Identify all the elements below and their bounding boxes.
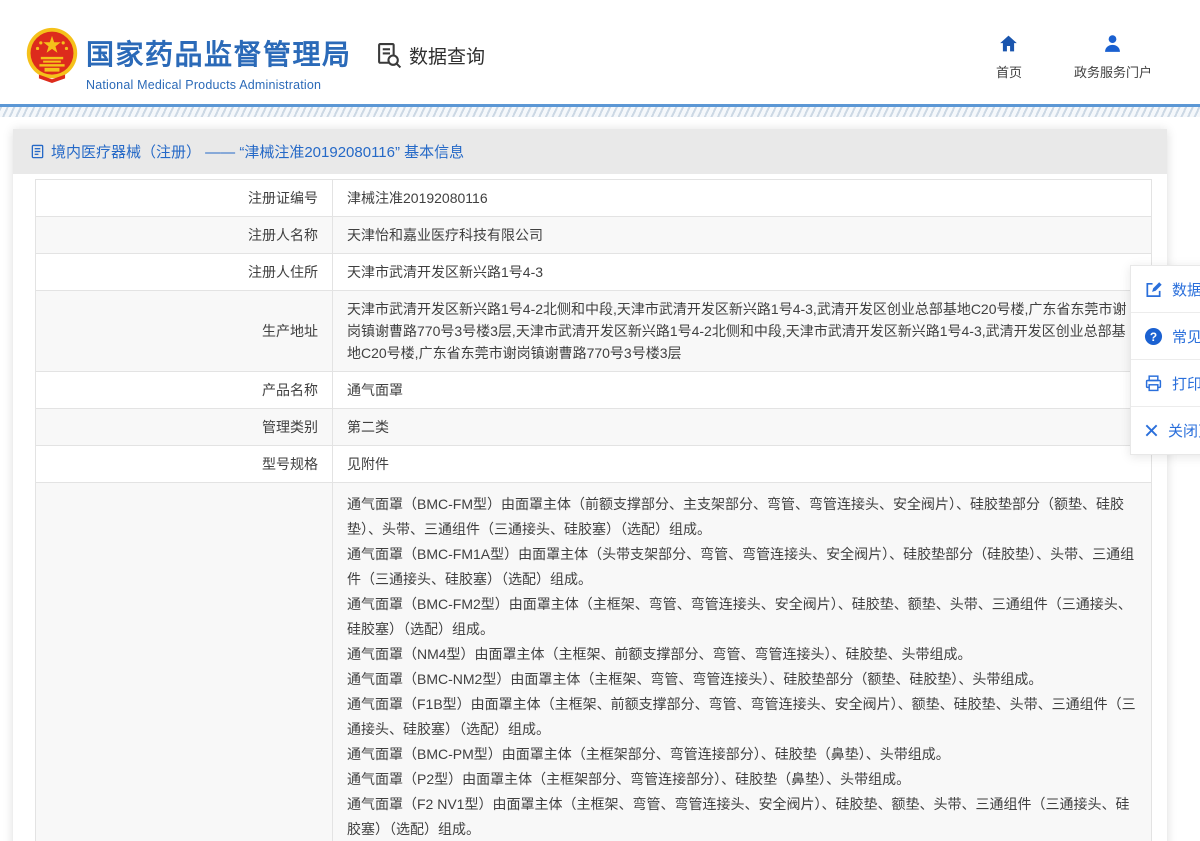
printer-icon — [1144, 374, 1163, 393]
composition-line: 通气面罩（NM4型）由面罩主体（主框架、前额支撑部分、弯管、弯管连接头）、硅胶垫… — [347, 642, 1137, 667]
row-value-cert-number: 津械注准20192080116 — [333, 180, 1152, 217]
row-value-product-name: 通气面罩 — [333, 372, 1152, 409]
panel-item-close[interactable]: 关闭页面 — [1131, 407, 1200, 454]
home-icon — [998, 33, 1019, 54]
nav-home-label: 首页 — [996, 62, 1022, 81]
site-subtitle: National Medical Products Administration — [86, 78, 352, 92]
brand-block: 国家药品监督管理局 National Medical Products Admi… — [86, 33, 352, 92]
panel-label: 数据反馈 — [1172, 279, 1200, 300]
close-icon — [1144, 423, 1159, 438]
composition-line: 通气面罩（BMC-NM2型）由面罩主体（主框架、弯管、弯管连接头）、硅胶垫部分（… — [347, 667, 1137, 692]
composition-line: 通气面罩（BMC-FM1A型）由面罩主体（头带支架部分、弯管、弯管连接头、安全阀… — [347, 542, 1137, 592]
site-title: 国家药品监督管理局 — [86, 33, 352, 73]
row-value-management-category: 第二类 — [333, 409, 1152, 446]
data-query-label: 数据查询 — [409, 42, 485, 69]
panel-label: 打印页面 — [1172, 373, 1200, 394]
data-query-entry[interactable]: 数据查询 — [376, 42, 485, 69]
panel-label: 常见问题 — [1172, 326, 1200, 347]
table-row: 生产地址 天津市武清开发区新兴路1号4-2北侧和中段,天津市武清开发区新兴路1号… — [36, 291, 1152, 372]
breadcrumb: 境内医疗器械（注册） —— “津械注准20192080116” 基本信息 — [51, 141, 464, 162]
header-hatch-band — [0, 107, 1200, 117]
composition-line: 通气面罩（BMC-FM2型）由面罩主体（主框架、弯管、弯管连接头、安全阀片）、硅… — [347, 592, 1137, 642]
breadcrumb-bar: 境内医疗器械（注册） —— “津械注准20192080116” 基本信息 — [13, 129, 1167, 174]
nav-portal[interactable]: 政务服务门户 — [1074, 33, 1152, 81]
row-label-production-address: 生产地址 — [36, 291, 333, 372]
composition-label-cell — [36, 483, 333, 841]
composition-line: 通气面罩（F2 NV1型）由面罩主体（主框架、弯管、弯管连接头、安全阀片）、硅胶… — [347, 792, 1137, 841]
document-icon — [30, 144, 45, 159]
svg-text:?: ? — [1150, 329, 1157, 343]
nav-home[interactable]: 首页 — [996, 33, 1022, 81]
panel-label: 关闭页面 — [1168, 420, 1200, 441]
row-label-registrant-name: 注册人名称 — [36, 217, 333, 254]
feedback-edit-icon — [1144, 280, 1163, 299]
table-row: 注册证编号 津械注准20192080116 — [36, 180, 1152, 217]
table-row: 注册人住所 天津市武清开发区新兴路1号4-3 — [36, 254, 1152, 291]
table-row: 通气面罩（BMC-FM型）由面罩主体（前额支撑部分、主支架部分、弯管、弯管连接头… — [36, 483, 1152, 841]
composition-line: 通气面罩（BMC-FM型）由面罩主体（前额支撑部分、主支架部分、弯管、弯管连接头… — [347, 492, 1137, 542]
user-icon — [1102, 33, 1123, 54]
top-nav: 首页 政务服务门户 — [996, 33, 1152, 81]
national-emblem-icon — [24, 26, 80, 84]
row-label-registrant-address: 注册人住所 — [36, 254, 333, 291]
floating-action-panel: 数据反馈 ? 常见问题 打印页面 关闭页面 — [1130, 265, 1200, 455]
table-row: 管理类别 第二类 — [36, 409, 1152, 446]
row-value-production-address: 天津市武清开发区新兴路1号4-2北侧和中段,天津市武清开发区新兴路1号4-3,武… — [333, 291, 1152, 372]
row-value-registrant-address: 天津市武清开发区新兴路1号4-3 — [333, 254, 1152, 291]
table-row: 型号规格 见附件 — [36, 446, 1152, 483]
national-emblem-logo[interactable] — [24, 26, 80, 84]
row-value-model-spec: 见附件 — [333, 446, 1152, 483]
panel-item-print[interactable]: 打印页面 — [1131, 360, 1200, 407]
row-label-cert-number: 注册证编号 — [36, 180, 333, 217]
composition-line: 通气面罩（F1B型）由面罩主体（主框架、前额支撑部分、弯管、弯管连接头、安全阀片… — [347, 692, 1137, 742]
row-label-model-spec: 型号规格 — [36, 446, 333, 483]
question-circle-icon: ? — [1144, 327, 1163, 346]
site-header: 国家药品监督管理局 National Medical Products Admi… — [0, 0, 1200, 104]
panel-item-data-feedback[interactable]: 数据反馈 — [1131, 266, 1200, 313]
row-label-management-category: 管理类别 — [36, 409, 333, 446]
registration-info-table: 注册证编号 津械注准20192080116 注册人名称 天津怡和嘉业医疗科技有限… — [35, 179, 1152, 841]
table-row: 产品名称 通气面罩 — [36, 372, 1152, 409]
table-row: 注册人名称 天津怡和嘉业医疗科技有限公司 — [36, 217, 1152, 254]
row-label-product-name: 产品名称 — [36, 372, 333, 409]
content-container: 境内医疗器械（注册） —— “津械注准20192080116” 基本信息 注册证… — [13, 129, 1167, 841]
composition-line: 通气面罩（BMC-PM型）由面罩主体（主框架部分、弯管连接部分）、硅胶垫（鼻垫）… — [347, 742, 1137, 767]
nav-portal-label: 政务服务门户 — [1074, 62, 1152, 81]
panel-item-faq[interactable]: ? 常见问题 — [1131, 313, 1200, 360]
row-value-registrant-name: 天津怡和嘉业医疗科技有限公司 — [333, 217, 1152, 254]
composition-line: 通气面罩（P2型）由面罩主体（主框架部分、弯管连接部分）、硅胶垫（鼻垫）、头带组… — [347, 767, 1137, 792]
document-search-icon — [376, 42, 403, 69]
composition-paragraphs: 通气面罩（BMC-FM型）由面罩主体（前额支撑部分、主支架部分、弯管、弯管连接头… — [333, 483, 1152, 841]
